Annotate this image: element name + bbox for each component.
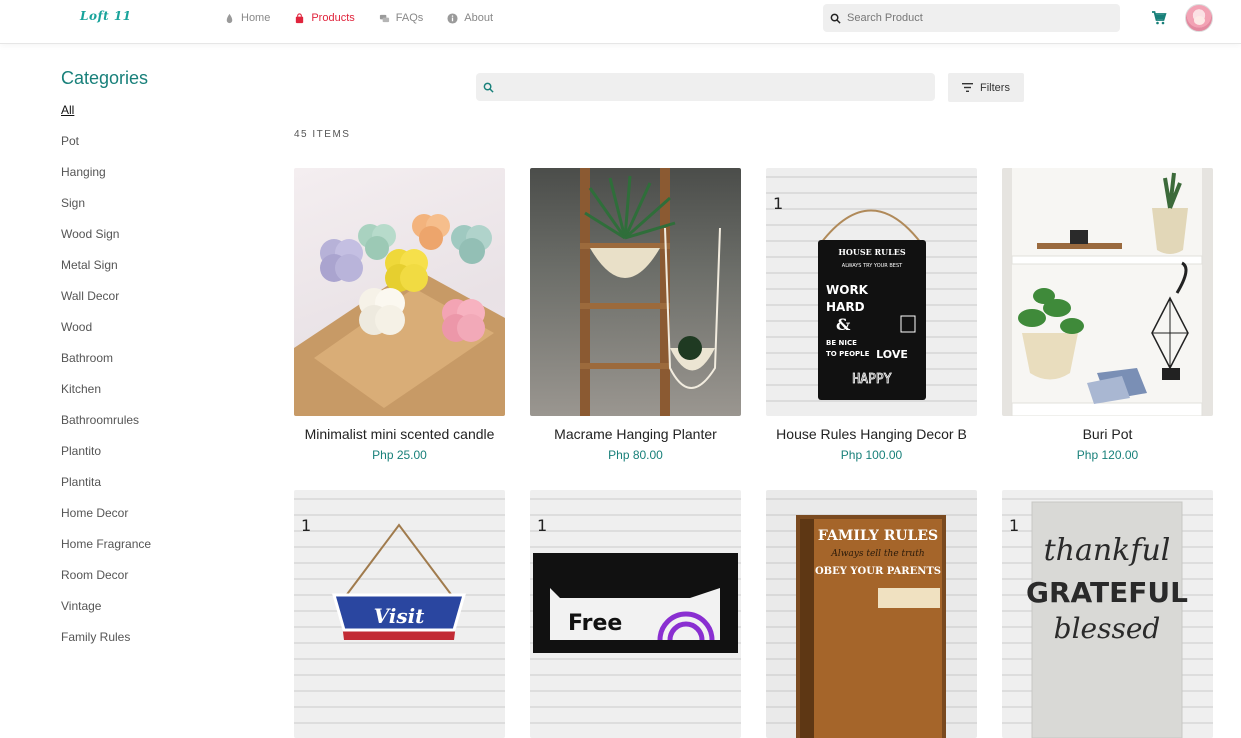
- product-image-thankful-sign[interactable]: 1 thankful GRATEFUL blessed: [1002, 490, 1213, 738]
- family-rules-text: FAMILY RULES: [818, 528, 938, 544]
- category-bathroomrules[interactable]: Bathroomrules: [61, 413, 261, 444]
- free-text: Free: [568, 611, 622, 636]
- sign-line1: ALWAYS TRY YOUR BEST: [842, 263, 903, 269]
- nav-faqs-label: FAQs: [395, 12, 424, 24]
- product-name[interactable]: Buri Pot: [1002, 426, 1213, 442]
- product-card[interactable]: 1 thankful GRATEFUL blessed: [1002, 490, 1213, 738]
- category-room-decor[interactable]: Room Decor: [61, 568, 261, 599]
- category-pot[interactable]: Pot: [61, 134, 261, 165]
- nav-faqs[interactable]: FAQs: [379, 11, 424, 25]
- category-wood[interactable]: Wood: [61, 320, 261, 351]
- sign-work: WORK: [826, 283, 869, 297]
- category-bathroom[interactable]: Bathroom: [61, 351, 261, 382]
- blessed-text: blessed: [1054, 612, 1161, 645]
- drop-icon: [226, 13, 233, 23]
- filters-label: Filters: [980, 81, 1010, 94]
- product-price: Php 100.00: [840, 448, 903, 462]
- nav-about[interactable]: About: [447, 11, 493, 25]
- product-card[interactable]: Minimalist mini scented candle Php 25.00: [294, 168, 505, 462]
- category-metal-sign[interactable]: Metal Sign: [61, 258, 261, 289]
- filters-button[interactable]: Filters: [948, 73, 1024, 102]
- product-card[interactable]: 1 HOUSE RULES ALWAYS TRY YOUR BEST WORK …: [766, 168, 977, 462]
- product-card[interactable]: Buri Pot Php 120.00: [1002, 168, 1213, 462]
- category-sidebar: Categories All Pot Hanging Sign Wood Sig…: [61, 68, 261, 661]
- sign-topeople: TO PEOPLE: [826, 350, 870, 358]
- grateful-text: GRATEFUL: [1026, 576, 1188, 609]
- filter-icon: [962, 83, 974, 92]
- nav-products-label: Products: [311, 12, 355, 24]
- product-image-house-rules[interactable]: 1 HOUSE RULES ALWAYS TRY YOUR BEST WORK …: [766, 168, 977, 416]
- nav-home-label: Home: [241, 12, 271, 24]
- sign-title: HOUSE RULES: [838, 247, 906, 257]
- nav-products[interactable]: Products: [294, 11, 355, 25]
- sidebar-title: Categories: [61, 68, 149, 88]
- product-image-buri-pot[interactable]: [1002, 168, 1213, 416]
- nav-home[interactable]: Home: [224, 11, 270, 25]
- category-all[interactable]: All: [61, 103, 261, 134]
- main-nav: Home Products FAQs About: [224, 11, 517, 25]
- category-family-rules[interactable]: Family Rules: [61, 630, 261, 661]
- header-search[interactable]: [823, 4, 1120, 32]
- category-sign[interactable]: Sign: [61, 196, 261, 227]
- header-search-input[interactable]: [847, 12, 1107, 24]
- nav-about-label: About: [464, 12, 494, 24]
- product-price: Php 120.00: [1076, 448, 1139, 462]
- category-home-decor[interactable]: Home Decor: [61, 506, 261, 537]
- product-name[interactable]: House Rules Hanging Decor B: [766, 426, 977, 442]
- product-name[interactable]: Minimalist mini scented candle: [294, 426, 505, 442]
- sign-happy: HAPPY: [852, 372, 891, 387]
- product-name[interactable]: Macrame Hanging Planter: [530, 426, 741, 442]
- category-home-fragrance[interactable]: Home Fragrance: [61, 537, 261, 568]
- product-search[interactable]: [476, 73, 935, 101]
- product-card[interactable]: 1 Visit: [294, 490, 505, 738]
- sign-love: LOVE: [876, 348, 908, 361]
- always-tell-text: Always tell the truth: [830, 549, 924, 559]
- product-image-family-rules[interactable]: FAMILY RULES Always tell the truth OBEY …: [766, 490, 977, 738]
- product-image-wifi-sign[interactable]: 1 Free: [530, 490, 741, 738]
- sign-benice: BE NICE: [826, 339, 857, 347]
- product-price: Php 80.00: [608, 448, 663, 462]
- product-grid: Minimalist mini scented candle Php 25.00: [294, 168, 1213, 738]
- thankful-text: thankful: [1044, 533, 1171, 568]
- cart-icon[interactable]: [1151, 10, 1167, 26]
- product-card[interactable]: 1 Free: [530, 490, 741, 738]
- chat-icon: [379, 14, 389, 22]
- sign-amp: &: [836, 315, 851, 334]
- category-plantito[interactable]: Plantito: [61, 444, 261, 475]
- avatar[interactable]: [1185, 4, 1213, 32]
- product-price: Php 25.00: [372, 448, 427, 462]
- product-card[interactable]: FAMILY RULES Always tell the truth OBEY …: [766, 490, 977, 738]
- category-wall-decor[interactable]: Wall Decor: [61, 289, 261, 320]
- category-plantita[interactable]: Plantita: [61, 475, 261, 506]
- sign-hard: HARD: [826, 300, 865, 314]
- obey-text: OBEY YOUR PARENTS: [815, 566, 941, 577]
- product-image-macrame[interactable]: [530, 168, 741, 416]
- item-count: 45 ITEMS: [294, 129, 351, 140]
- top-navbar: Loft 11 Home Products FAQs About: [0, 0, 1241, 44]
- category-wood-sign[interactable]: Wood Sign: [61, 227, 261, 258]
- category-kitchen[interactable]: Kitchen: [61, 382, 261, 413]
- visit-text: Visit: [374, 604, 426, 628]
- category-vintage[interactable]: Vintage: [61, 599, 261, 630]
- search-icon: [483, 82, 494, 93]
- bag-icon: [296, 12, 304, 23]
- product-image-candle[interactable]: [294, 168, 505, 416]
- product-card[interactable]: Macrame Hanging Planter Php 80.00: [530, 168, 741, 462]
- product-search-input[interactable]: [500, 81, 930, 93]
- logo[interactable]: Loft 11: [80, 9, 132, 23]
- info-icon: [447, 12, 458, 24]
- search-icon: [830, 13, 841, 24]
- product-image-visit-sign[interactable]: 1 Visit: [294, 490, 505, 738]
- category-hanging[interactable]: Hanging: [61, 165, 261, 196]
